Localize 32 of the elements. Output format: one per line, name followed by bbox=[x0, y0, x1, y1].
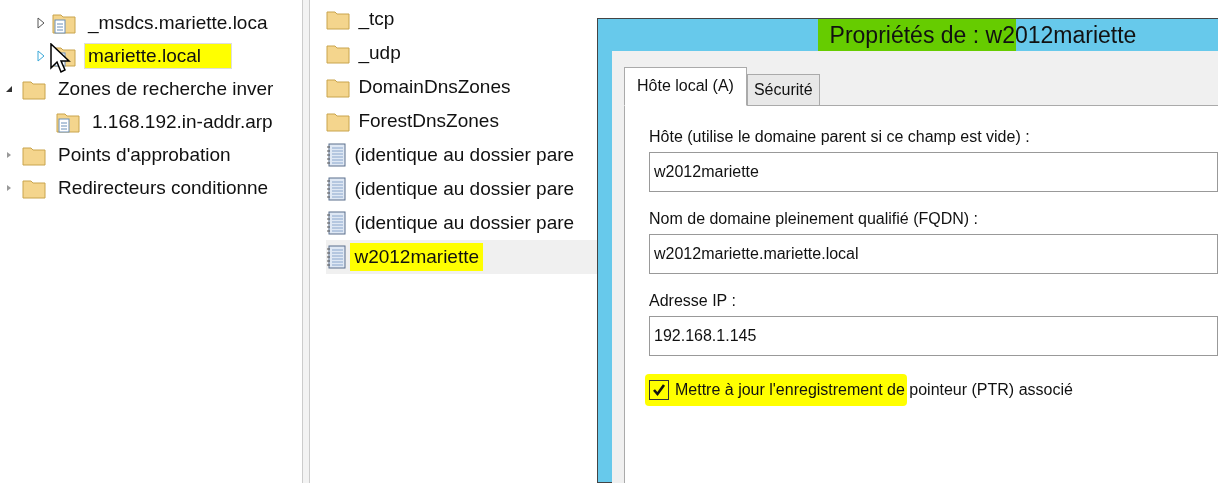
list-item[interactable]: (identique au dossier pare bbox=[350, 209, 579, 237]
input-field[interactable]: w2012mariette.mariette.local bbox=[649, 234, 1218, 274]
list-item[interactable]: ForestDnsZones bbox=[354, 107, 503, 135]
record-icon bbox=[326, 211, 347, 235]
checkbox[interactable] bbox=[649, 380, 669, 400]
input-field[interactable]: w2012mariette bbox=[649, 152, 1218, 192]
folder-icon bbox=[326, 110, 351, 132]
record-icon bbox=[326, 177, 347, 201]
list-item[interactable]: (identique au dossier pare bbox=[350, 175, 579, 203]
record-icon bbox=[326, 143, 347, 167]
field-label: Nom de domaine pleinement qualifié (FQDN) : bbox=[649, 210, 980, 228]
tree-item[interactable]: mariette.local bbox=[84, 42, 232, 69]
folder-icon bbox=[326, 76, 351, 98]
tab[interactable]: Hôte local (A) bbox=[624, 67, 747, 106]
tree-item[interactable]: Redirecteurs conditionne bbox=[54, 174, 273, 201]
field-label: Hôte (utilise le domaine parent si ce champ est vide) : bbox=[649, 128, 1031, 146]
checkbox-label: Mettre à jour l'enregistrement de pointeur (PTR) associé bbox=[675, 381, 1073, 399]
list-item[interactable]: _tcp bbox=[354, 5, 399, 33]
tree-item[interactable]: _msdcs.mariette.loca bbox=[84, 9, 272, 36]
list-item[interactable]: (identique au dossier pare bbox=[350, 141, 579, 169]
list-item[interactable]: DomainDnsZones bbox=[354, 73, 515, 101]
tree-item[interactable]: 1.168.192.in-addr.arp bbox=[88, 108, 277, 135]
record-icon bbox=[326, 245, 347, 269]
folder-icon bbox=[326, 8, 351, 30]
list-item[interactable]: w2012mariette bbox=[350, 243, 484, 271]
folder-icon bbox=[326, 42, 351, 64]
input-field[interactable]: 192.168.1.145 bbox=[649, 316, 1218, 356]
list-item[interactable]: _udp bbox=[354, 39, 405, 67]
tree-item[interactable]: Points d'approbation bbox=[54, 141, 235, 168]
field-label: Adresse IP : bbox=[649, 292, 737, 310]
tree-item[interactable]: Zones de recherche inver bbox=[54, 75, 278, 102]
tab[interactable]: Sécurité bbox=[746, 74, 820, 106]
